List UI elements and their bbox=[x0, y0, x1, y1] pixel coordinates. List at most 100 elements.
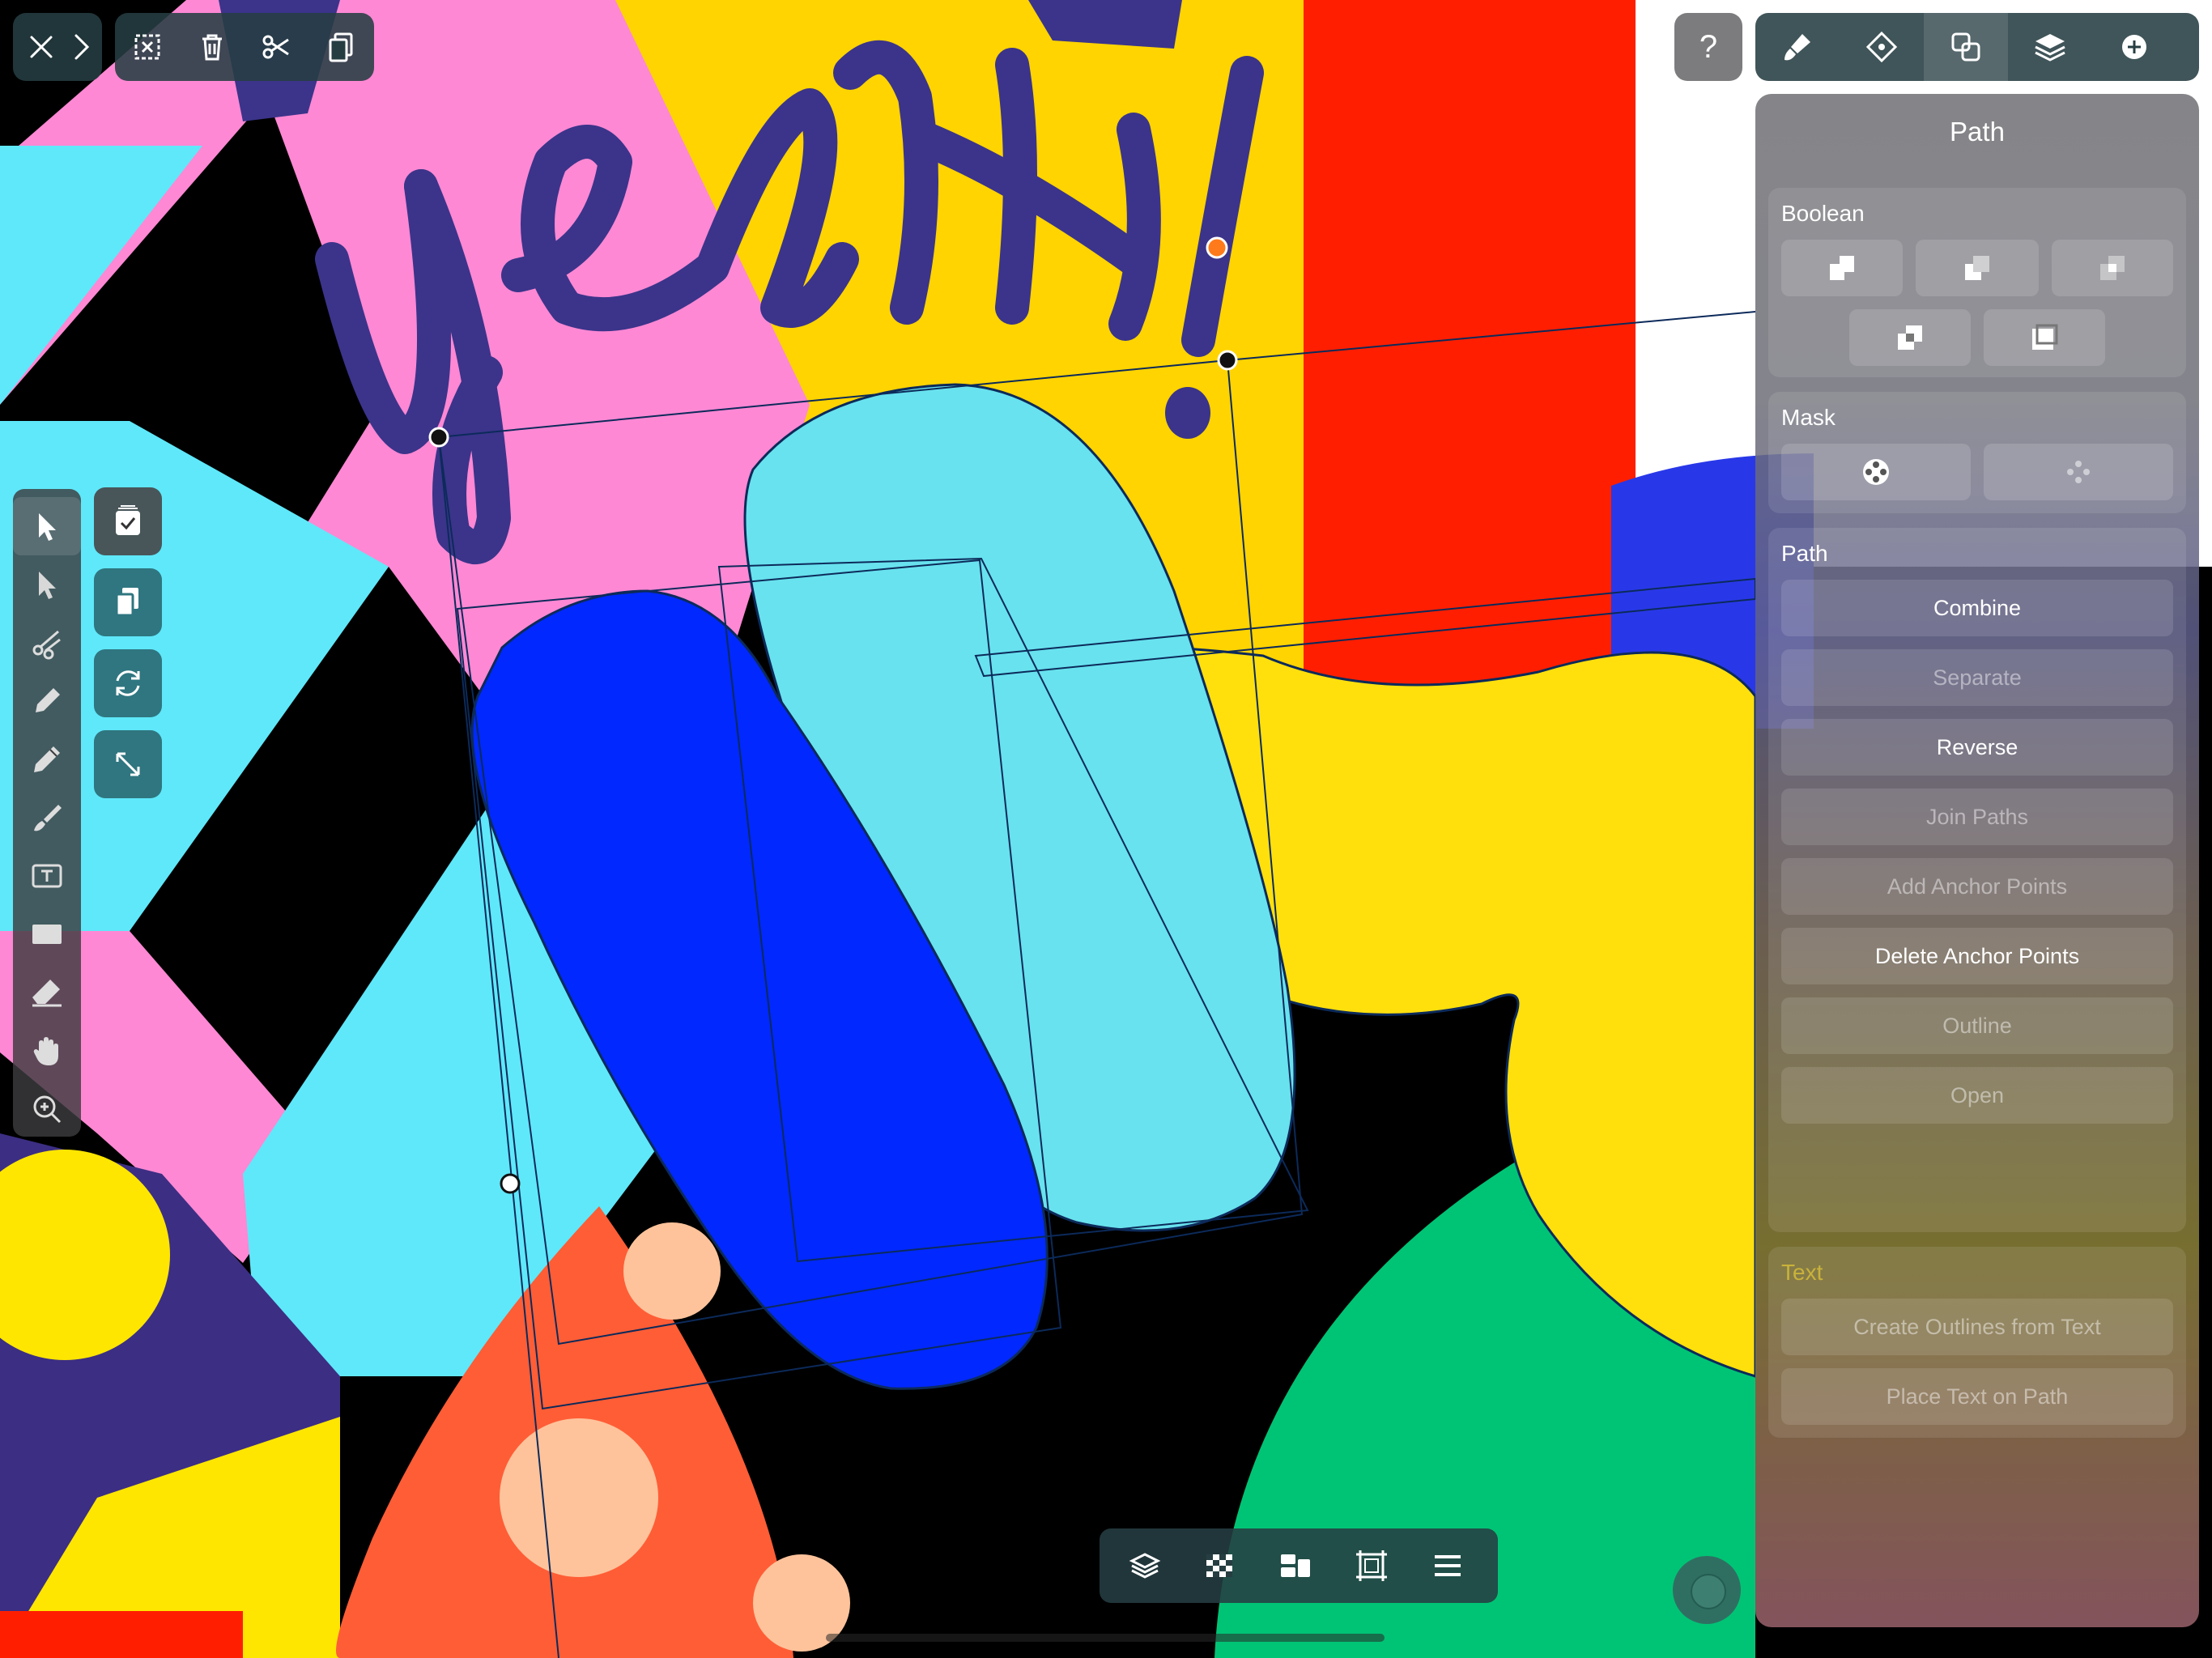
top-left-nav-toolbar bbox=[13, 13, 102, 81]
node-button[interactable] bbox=[1840, 13, 1924, 81]
unmask-button[interactable] bbox=[1984, 444, 2173, 500]
hand-icon bbox=[33, 1037, 58, 1065]
path-label: Path bbox=[1781, 541, 1828, 566]
add-icon bbox=[2122, 35, 2146, 59]
mask-section: Mask bbox=[1768, 392, 2186, 513]
rotate-icon bbox=[116, 670, 140, 696]
trash-icon bbox=[202, 34, 222, 61]
select-arrow-icon bbox=[39, 513, 56, 541]
reverse-button[interactable]: Reverse bbox=[1781, 719, 2173, 776]
resize-arrows-icon bbox=[116, 752, 140, 776]
color-picker-button[interactable] bbox=[1673, 1556, 1741, 1624]
pencil-icon bbox=[34, 746, 60, 772]
add-button[interactable] bbox=[2092, 13, 2176, 81]
brush-icon bbox=[34, 805, 62, 831]
deselect-icon bbox=[134, 34, 160, 60]
rotate-button[interactable] bbox=[94, 649, 162, 717]
artboard-icon bbox=[1356, 1550, 1387, 1581]
menu-button[interactable] bbox=[1414, 1528, 1482, 1603]
paste-in-place-button[interactable] bbox=[94, 487, 162, 555]
text-label: Text bbox=[1781, 1260, 1823, 1285]
text-tool-icon bbox=[32, 864, 62, 888]
bottom-toolbar bbox=[1100, 1528, 1498, 1603]
brush-settings-button[interactable] bbox=[1755, 13, 1840, 81]
boolean-union-button[interactable] bbox=[1781, 240, 1903, 296]
boolean-divide-button[interactable] bbox=[1984, 309, 2105, 366]
add-anchor-points-button[interactable]: Add Anchor Points bbox=[1781, 858, 2173, 915]
copy-button[interactable] bbox=[309, 13, 374, 81]
boolean-subtract-button[interactable] bbox=[1916, 240, 2039, 296]
close-icon bbox=[30, 36, 53, 58]
tool-scissors[interactable] bbox=[13, 614, 81, 672]
duplicate-button[interactable] bbox=[94, 568, 162, 636]
scissors-tool-icon bbox=[32, 630, 61, 660]
join-paths-button[interactable]: Join Paths bbox=[1781, 789, 2173, 845]
checkerboard-icon bbox=[1206, 1554, 1232, 1577]
divide-icon bbox=[2032, 324, 2058, 350]
tool-rectangle[interactable] bbox=[13, 905, 81, 963]
boolean-section: Boolean bbox=[1768, 188, 2186, 377]
chevron-right-icon bbox=[74, 34, 90, 60]
path-panel: Path Boolean Mask Path Combine Separate Re… bbox=[1755, 94, 2199, 1627]
boolean-exclude-button[interactable] bbox=[1849, 309, 1971, 366]
eraser-icon bbox=[32, 980, 62, 1007]
top-edit-toolbar bbox=[115, 13, 374, 81]
close-button[interactable] bbox=[21, 13, 62, 81]
tool-pencil[interactable] bbox=[13, 730, 81, 789]
create-outlines-from-text-button[interactable]: Create Outlines from Text bbox=[1781, 1299, 2173, 1355]
separate-button[interactable]: Separate bbox=[1781, 649, 2173, 706]
color-swatch bbox=[1691, 1574, 1726, 1609]
pen-icon bbox=[36, 688, 60, 712]
tool-eraser[interactable] bbox=[13, 963, 81, 1022]
node-icon bbox=[1865, 31, 1898, 63]
zoom-icon bbox=[33, 1095, 62, 1124]
scale-button[interactable] bbox=[94, 730, 162, 798]
forward-button[interactable] bbox=[63, 13, 99, 81]
tool-zoom[interactable] bbox=[13, 1080, 81, 1138]
combine-button[interactable]: Combine bbox=[1781, 580, 2173, 636]
clipboard-check-icon bbox=[116, 505, 140, 535]
duplicate-icon bbox=[115, 588, 138, 617]
brush-settings-icon bbox=[1784, 34, 1810, 61]
intersect-icon bbox=[2100, 256, 2125, 280]
layers-icon bbox=[2035, 34, 2065, 62]
arrange-icon bbox=[1281, 1554, 1310, 1577]
mask-button[interactable] bbox=[1781, 444, 1971, 500]
copy-icon bbox=[329, 32, 353, 62]
delete-anchor-points-button[interactable]: Delete Anchor Points bbox=[1781, 928, 2173, 984]
subtract-icon bbox=[1965, 256, 1989, 280]
boolean-intersect-button[interactable] bbox=[2052, 240, 2173, 296]
artboard-button[interactable] bbox=[1338, 1528, 1406, 1603]
layers-button[interactable] bbox=[2008, 13, 2092, 81]
direct-select-icon bbox=[39, 572, 56, 599]
mask-label: Mask bbox=[1781, 405, 1836, 430]
text-section: Text Create Outlines from Text Place Text… bbox=[1768, 1247, 2186, 1438]
tool-hand[interactable] bbox=[13, 1022, 81, 1080]
bottom-layers-button[interactable] bbox=[1111, 1528, 1179, 1603]
outline-button[interactable]: Outline bbox=[1781, 997, 2173, 1054]
path-section: Path Combine Separate Reverse Join Paths Add… bbox=[1768, 528, 2186, 1232]
top-right-toolbar bbox=[1755, 13, 2199, 81]
tool-direct-select[interactable] bbox=[13, 555, 81, 614]
tool-pen[interactable] bbox=[13, 672, 81, 730]
arrange-button[interactable] bbox=[1261, 1528, 1329, 1603]
path-ops-button[interactable] bbox=[1924, 13, 2008, 81]
deselect-button[interactable] bbox=[115, 13, 180, 81]
panel-title: Path bbox=[1950, 117, 2005, 147]
menu-icon bbox=[1435, 1555, 1461, 1576]
delete-button[interactable] bbox=[180, 13, 245, 81]
path-ops-icon bbox=[1951, 32, 1980, 62]
place-text-on-path-button[interactable]: Place Text on Path bbox=[1781, 1368, 2173, 1425]
transparency-grid-button[interactable] bbox=[1185, 1528, 1253, 1603]
open-button[interactable]: Open bbox=[1781, 1067, 2173, 1124]
cut-button[interactable] bbox=[245, 13, 309, 81]
union-icon bbox=[1830, 256, 1854, 280]
unmask-icon bbox=[2067, 461, 2090, 483]
tool-text[interactable] bbox=[13, 847, 81, 905]
tool-brush[interactable] bbox=[13, 789, 81, 847]
help-button[interactable]: ? bbox=[1674, 13, 1742, 81]
left-tool-palette bbox=[13, 489, 81, 1137]
boolean-label: Boolean bbox=[1781, 201, 1865, 226]
tool-select[interactable] bbox=[13, 497, 81, 555]
rectangle-icon bbox=[32, 925, 62, 944]
